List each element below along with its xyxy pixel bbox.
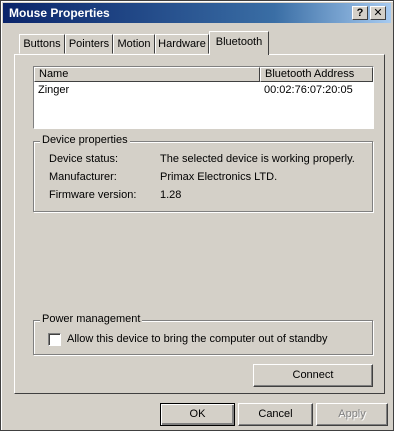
ok-button[interactable]: OK — [160, 403, 235, 426]
cancel-button[interactable]: Cancel — [238, 403, 313, 426]
standby-wake-label[interactable]: Allow this device to bring the computer … — [67, 333, 327, 345]
power-management-title: Power management — [40, 313, 143, 325]
tab-hardware[interactable]: Hardware — [155, 34, 209, 54]
close-icon: ✕ — [373, 7, 383, 19]
device-row-name[interactable]: Zinger — [38, 84, 69, 96]
window-title: Mouse Properties — [9, 6, 110, 20]
device-status-label: Device status: — [49, 153, 119, 165]
firmware-version-label: Firmware version: — [49, 189, 137, 201]
tab-pointers[interactable]: Pointers — [65, 34, 113, 54]
tab-motion[interactable]: Motion — [113, 34, 155, 54]
apply-button[interactable]: Apply — [316, 403, 388, 426]
firmware-version-value: 1.28 — [160, 189, 182, 201]
tab-buttons[interactable]: Buttons — [19, 34, 65, 54]
connect-button[interactable]: Connect — [253, 364, 373, 387]
device-status-value: The selected device is working properly. — [160, 153, 355, 165]
manufacturer-label: Manufacturer: — [49, 171, 117, 183]
tab-bluetooth[interactable]: Bluetooth — [209, 31, 269, 55]
device-list[interactable]: Name Bluetooth Address Zinger 00:02:76:0… — [33, 66, 374, 129]
help-button[interactable]: ? — [352, 6, 368, 20]
help-icon: ? — [356, 7, 364, 19]
device-properties-title: Device properties — [40, 134, 130, 146]
standby-wake-checkbox[interactable] — [48, 333, 61, 346]
device-row-address[interactable]: 00:02:76:07:20:05 — [264, 84, 353, 96]
manufacturer-value: Primax Electronics LTD. — [160, 171, 278, 183]
column-header-bluetooth-address[interactable]: Bluetooth Address — [260, 67, 373, 82]
column-header-name[interactable]: Name — [34, 67, 260, 82]
close-button[interactable]: ✕ — [370, 6, 386, 20]
title-bar[interactable]: Mouse Properties ? ✕ — [3, 3, 391, 23]
